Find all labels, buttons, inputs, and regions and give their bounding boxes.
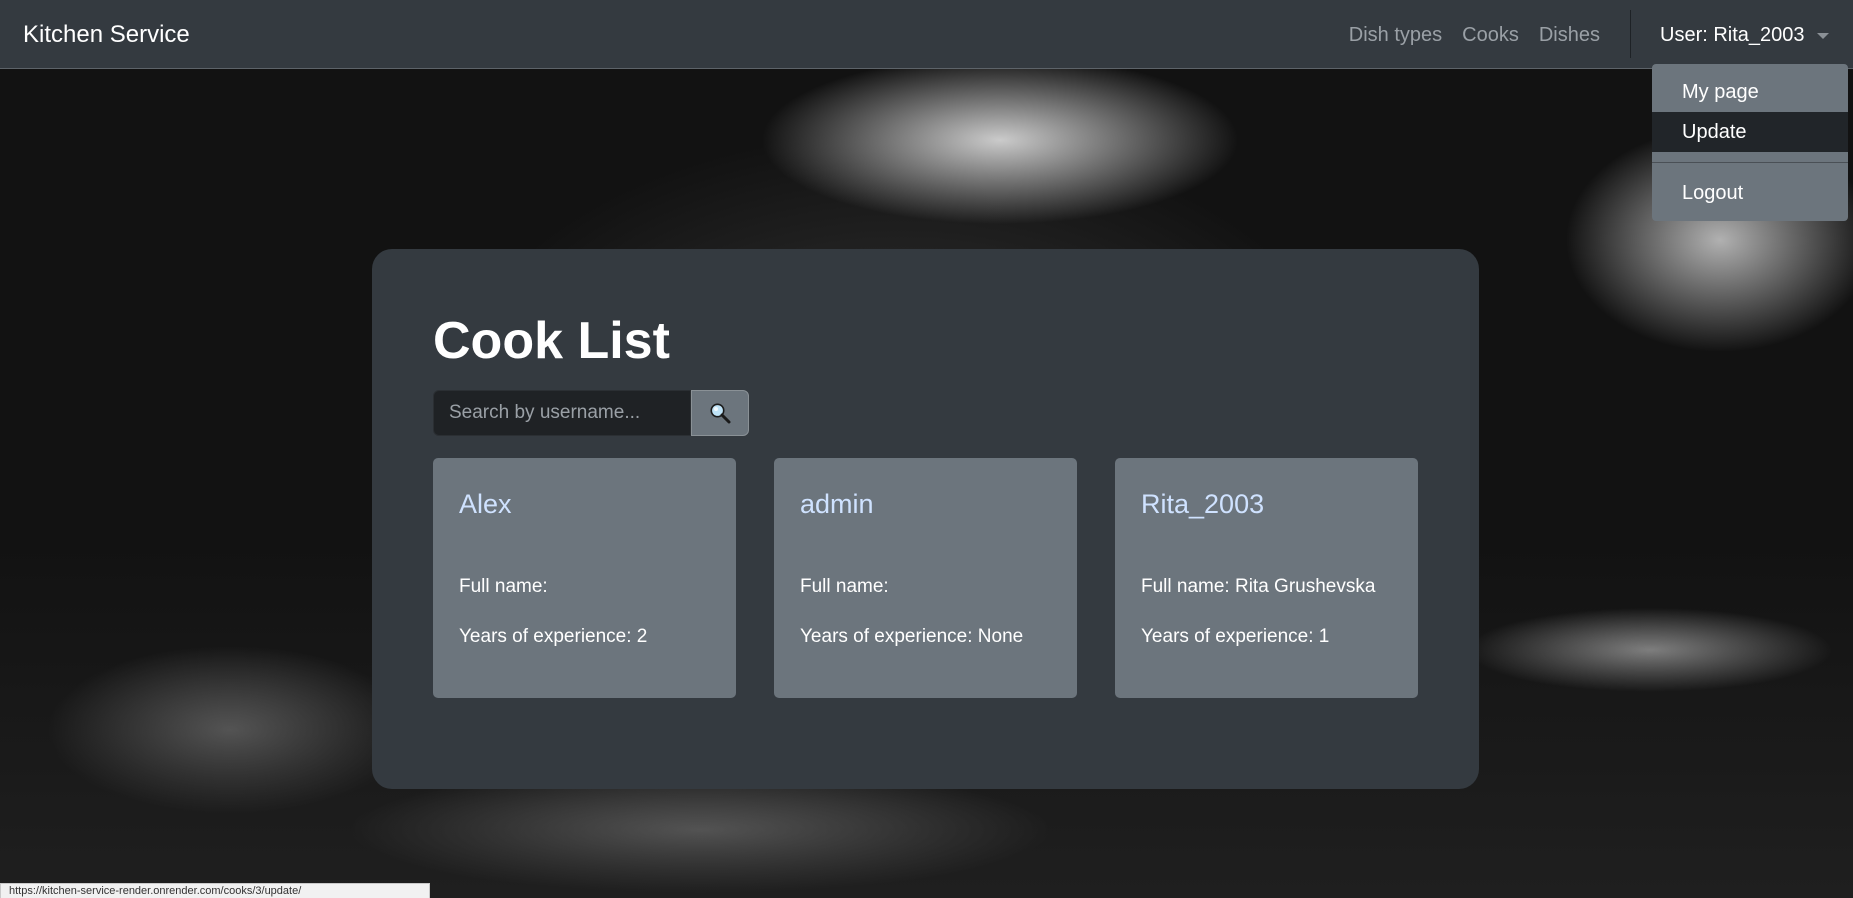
cook-username-link[interactable]: Rita_2003 [1141, 488, 1264, 520]
nav-link-cooks[interactable]: Cooks [1462, 22, 1519, 48]
page-title: Cook List [433, 312, 670, 370]
cook-username-link[interactable]: admin [800, 488, 874, 520]
dropdown-item-logout[interactable]: Logout [1652, 173, 1848, 213]
cook-card: Alex Full name: Years of experience: 2 [433, 458, 736, 698]
cook-full-name: Full name: [459, 576, 548, 597]
dropdown-item-my-page[interactable]: My page [1652, 72, 1848, 112]
magnifier-icon [710, 403, 731, 424]
cook-list-panel: Cook List Alex Full name: Years of exper… [372, 249, 1479, 789]
cook-card: admin Full name: Years of experience: No… [774, 458, 1077, 698]
caret-down-icon [1816, 33, 1829, 39]
cook-experience: Years of experience: 2 [459, 626, 648, 647]
search-button[interactable] [691, 390, 749, 436]
user-label: User: Rita_2003 [1660, 24, 1805, 46]
nav-link-dish-types[interactable]: Dish types [1349, 22, 1442, 48]
cook-username-link[interactable]: Alex [459, 488, 512, 520]
user-menu-toggle[interactable]: User: Rita_2003 [1660, 22, 1829, 48]
cook-experience: Years of experience: None [800, 626, 1024, 647]
cook-experience: Years of experience: 1 [1141, 626, 1330, 647]
cook-card: Rita_2003 Full name: Rita Grushevska Yea… [1115, 458, 1418, 698]
cook-cards: Alex Full name: Years of experience: 2 a… [433, 458, 1418, 698]
brand-logo-text[interactable]: Kitchen Service [23, 20, 190, 50]
user-dropdown-menu: My page Update Logout [1652, 64, 1848, 221]
dropdown-item-update[interactable]: Update [1652, 112, 1848, 152]
nav-divider [1630, 10, 1631, 58]
dropdown-divider [1652, 162, 1848, 163]
nav-links: Dish types Cooks Dishes [1349, 22, 1600, 48]
search-form [433, 390, 749, 436]
nav-link-dishes[interactable]: Dishes [1539, 22, 1600, 48]
search-input[interactable] [433, 390, 691, 436]
status-bar-url: https://kitchen-service-render.onrender.… [0, 883, 430, 898]
cook-full-name: Full name: Rita Grushevska [1141, 576, 1376, 597]
navbar: Kitchen Service Dish types Cooks Dishes … [0, 0, 1853, 69]
cook-full-name: Full name: [800, 576, 889, 597]
